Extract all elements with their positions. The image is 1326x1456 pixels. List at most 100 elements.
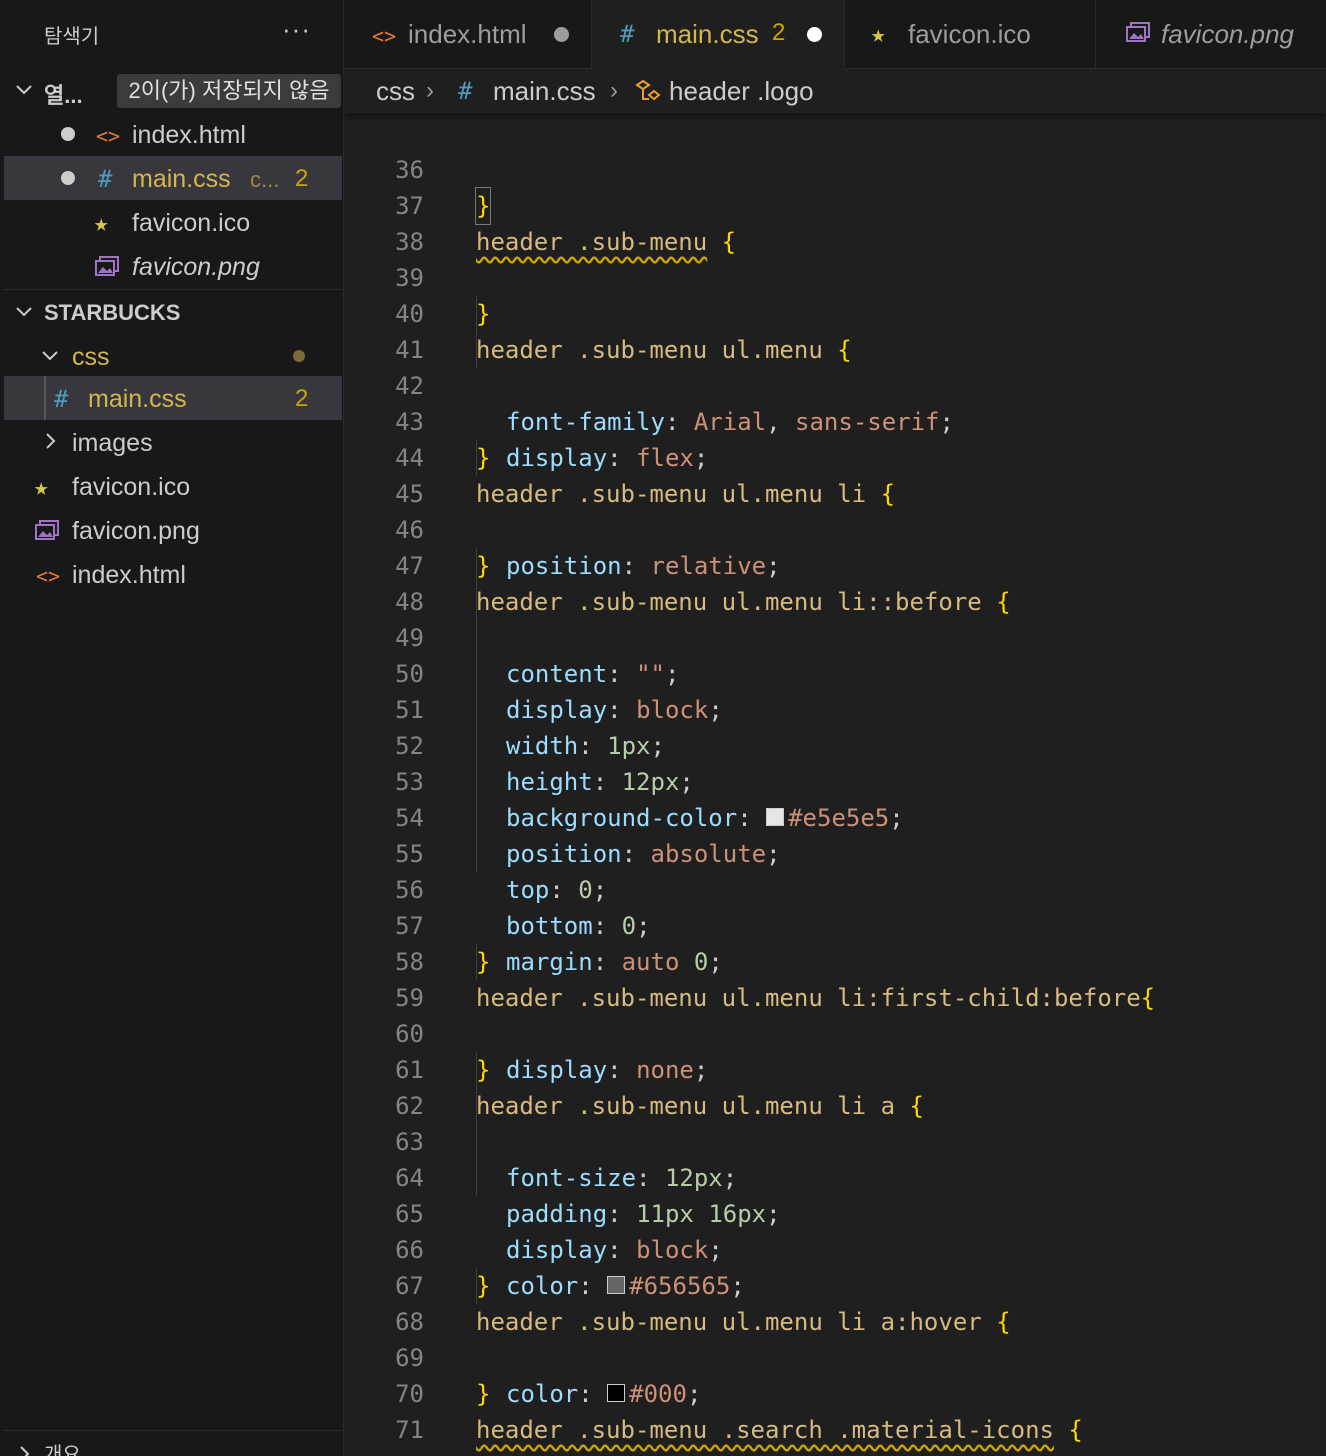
code-line: 45 position: relative; <box>344 440 1326 580</box>
file-label: main.css <box>88 385 187 413</box>
tab-index-html[interactable]: <> index.html <box>344 0 592 68</box>
breadcrumb-separator-icon: › <box>426 77 434 104</box>
symbol-class-icon <box>635 79 661 101</box>
star-icon: ★ <box>94 209 109 237</box>
code-line: 46 } <box>344 476 1326 580</box>
css-hash-icon: # <box>458 77 473 105</box>
unsaved-dot-icon[interactable] <box>807 27 822 42</box>
open-editor-label: index.html <box>132 121 246 149</box>
file-index-html[interactable]: <> index.html <box>4 552 342 596</box>
open-editor-label: favicon.ico <box>132 209 251 237</box>
code-line: 57 } <box>344 872 1326 976</box>
code-line: 51 height: 12px; <box>344 656 1326 796</box>
indent-guide <box>476 1124 477 1160</box>
code-line: 72 } <box>344 1412 1326 1456</box>
file-favicon-ico[interactable]: ★ favicon.ico <box>4 464 342 508</box>
code-line: 53 position: absolute; <box>344 728 1326 868</box>
modified-indicator <box>293 350 305 362</box>
chevron-down-icon <box>42 351 58 361</box>
tab-label: favicon.png <box>1161 19 1294 49</box>
indent-guide <box>476 692 477 728</box>
editor-tab-bar: <> index.html # main.css 2 ★ favicon.ico… <box>344 0 1326 69</box>
indent-guide <box>476 944 477 980</box>
html-icon: <> <box>372 24 397 48</box>
code-line: 38 <box>344 188 1326 256</box>
breadcrumb-file[interactable]: main.css <box>493 76 596 107</box>
folder-css[interactable]: css <box>4 334 342 378</box>
breadcrumb-folder[interactable]: css <box>376 76 415 107</box>
code-line: 52 background-color: #e5e5e5; <box>344 692 1326 832</box>
unsaved-count-tooltip: 2이(가) 저장되지 않음 <box>117 74 341 108</box>
open-editor-label: favicon.png <box>132 253 260 281</box>
code-line: 40 header .sub-menu ul.menu { <box>344 260 1326 364</box>
html-icon: <> <box>96 124 121 148</box>
code-line: 50 width: 1px; <box>344 620 1326 760</box>
code-line: 67 header .sub-menu ul.menu li a:hover { <box>344 1232 1326 1336</box>
folder-label: css <box>72 343 110 371</box>
tree-indent-guide <box>44 376 46 420</box>
file-label: index.html <box>72 561 186 589</box>
breadcrumb-separator-icon: › <box>610 77 618 104</box>
code-line: 71 <box>344 1376 1326 1444</box>
more-actions-icon[interactable]: ··· <box>282 14 311 45</box>
tab-main-css[interactable]: # main.css 2 <box>592 0 845 69</box>
open-editor-favicon-png[interactable]: favicon.png <box>4 244 342 288</box>
unsaved-dot-icon[interactable] <box>554 27 569 42</box>
code-line: 68 color: #000; <box>344 1268 1326 1408</box>
code-line: 48 content: ""; <box>344 548 1326 688</box>
indent-guide <box>476 1088 477 1124</box>
open-editor-label: main.css <box>132 165 231 193</box>
folder-images[interactable]: images <box>4 420 342 464</box>
code-line: 66 } <box>344 1196 1326 1300</box>
code-line: 62 font-size: 12px; <box>344 1052 1326 1192</box>
outline-section-label[interactable]: 개요 <box>44 1438 81 1456</box>
indent-guide <box>476 656 477 692</box>
open-editor-favicon-ico[interactable]: ★ favicon.ico <box>4 200 342 244</box>
code-line: 49 display: block; <box>344 584 1326 724</box>
chevron-right-icon <box>46 433 56 449</box>
code-line: 36 } <box>344 116 1326 225</box>
file-favicon-png[interactable]: favicon.png <box>4 508 342 552</box>
image-icon <box>35 520 59 540</box>
indent-guide <box>476 800 477 836</box>
code-line: 61 header .sub-menu ul.menu li a { <box>344 1016 1326 1120</box>
breadcrumb: css › # main.css › header .logo <box>344 69 1326 113</box>
open-editors-label: 열... <box>44 83 83 108</box>
code-line: 39 } <box>344 224 1326 328</box>
indent-guide <box>476 332 477 368</box>
tab-label: main.css <box>656 19 759 49</box>
problems-count: 2 <box>295 165 309 192</box>
explorer-sidebar: 탐색기 ··· 열... 2이(가) 저장되지 않음 <> index.html… <box>0 0 344 1456</box>
css-hash-icon: # <box>620 20 635 48</box>
code-line: 44 header .sub-menu ul.menu li { <box>344 404 1326 508</box>
problems-count: 2 <box>772 19 786 46</box>
indent-guide <box>476 728 477 764</box>
file-label: favicon.png <box>72 517 200 545</box>
code-editor[interactable]: 36 } 37 header .sub-menu { 38 39 } 40 he… <box>344 114 1326 1456</box>
tab-favicon-png[interactable]: favicon.png <box>1096 0 1326 68</box>
explorer-header: 탐색기 ··· <box>0 0 343 68</box>
star-icon: ★ <box>34 473 49 501</box>
project-label: STARBUCKS <box>44 300 181 325</box>
chevron-down-icon <box>16 307 32 317</box>
code-line: 69 } <box>344 1304 1326 1408</box>
open-editor-index-html[interactable]: <> index.html <box>4 112 342 156</box>
indent-guide <box>476 1268 477 1304</box>
code-line: 70 header .sub-menu .search .material-ic… <box>344 1340 1326 1444</box>
open-editor-main-css[interactable]: # main.css c... 2 <box>4 156 342 200</box>
tab-favicon-ico[interactable]: ★ favicon.ico <box>845 0 1096 68</box>
code-line: 56 margin: auto 0; <box>344 836 1326 976</box>
code-line: 43 } <box>344 368 1326 472</box>
tab-label: favicon.ico <box>908 19 1031 49</box>
unsaved-dot-icon[interactable] <box>61 127 75 141</box>
line-number: 72 <box>344 1448 424 1456</box>
breadcrumb-symbol[interactable]: header .logo <box>669 76 814 107</box>
file-label: favicon.ico <box>72 473 191 501</box>
unsaved-dot-icon[interactable] <box>61 171 75 185</box>
indent-guide <box>476 836 477 872</box>
indent-guide <box>476 620 477 656</box>
file-main-css[interactable]: # main.css 2 <box>4 376 342 420</box>
explorer-title: 탐색기 <box>44 26 100 48</box>
code-line: 65 color: #656565; <box>344 1160 1326 1300</box>
project-section-header[interactable]: STARBUCKS <box>4 290 342 334</box>
